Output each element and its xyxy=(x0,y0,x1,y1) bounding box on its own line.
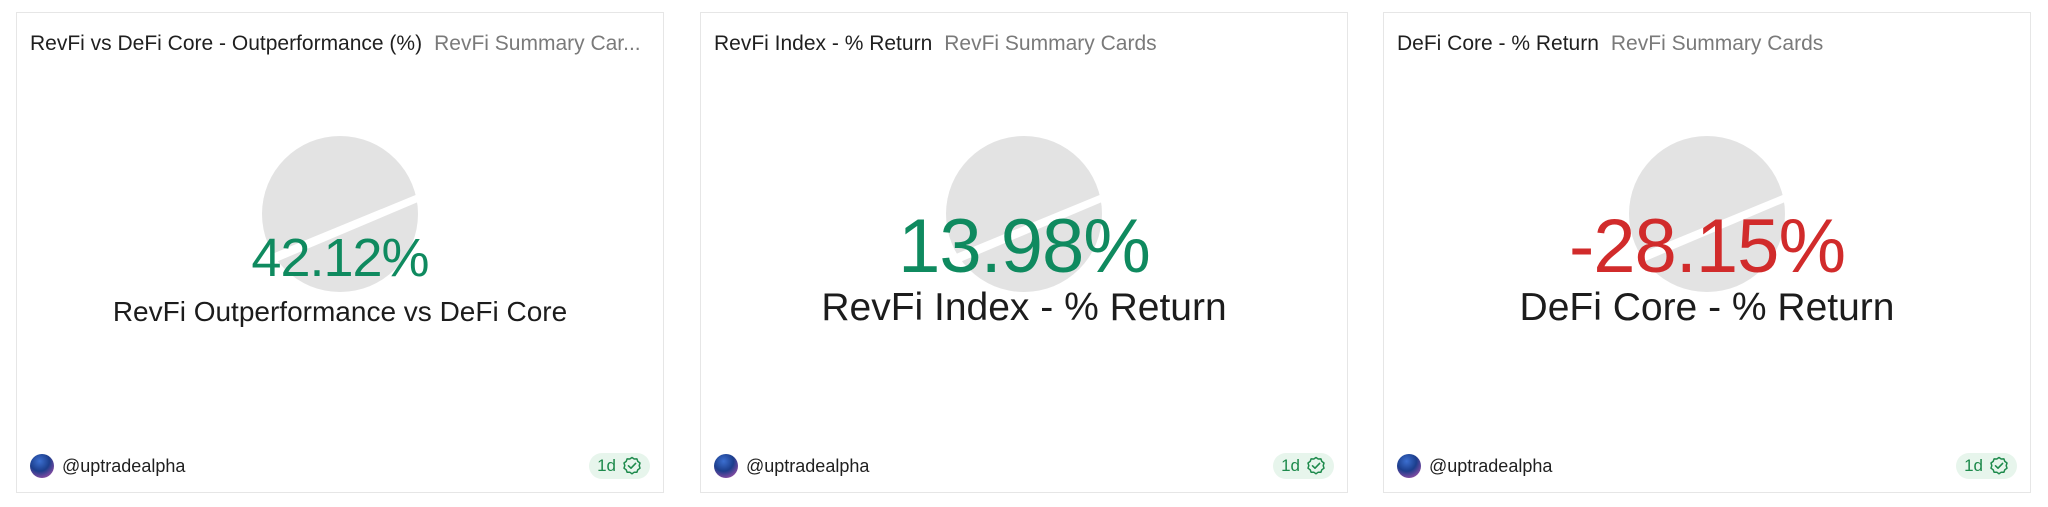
metric-label: RevFi Outperformance vs DeFi Core xyxy=(112,296,568,327)
metric-block: 42.12% RevFi Outperformance vs DeFi Core xyxy=(17,73,663,328)
author-name[interactable]: @uptradealpha xyxy=(1429,456,1552,477)
card-revfi-index[interactable]: RevFi Index - % Return RevFi Summary Car… xyxy=(700,12,1348,493)
metric-value: 13.98% xyxy=(898,204,1151,289)
avatar-icon[interactable] xyxy=(714,454,738,478)
card-subtitle[interactable]: RevFi Summary Cards xyxy=(1611,32,2017,56)
author[interactable]: @uptradealpha xyxy=(714,454,869,478)
card-title[interactable]: RevFi vs DeFi Core - Outperformance (%) xyxy=(30,32,422,56)
freshness-text: 1d xyxy=(1281,456,1300,475)
card-header: DeFi Core - % Return RevFi Summary Cards xyxy=(1397,29,2017,59)
card-body: 42.12% RevFi Outperformance vs DeFi Core xyxy=(17,73,663,413)
freshness-text: 1d xyxy=(597,456,616,475)
card-body: -28.15% DeFi Core - % Return xyxy=(1384,73,2030,413)
check-badge-icon xyxy=(622,456,642,476)
card-footer: @uptradealpha 1d xyxy=(714,450,1334,482)
card-title[interactable]: DeFi Core - % Return xyxy=(1397,32,1599,56)
metric-block: 13.98% RevFi Index - % Return xyxy=(701,73,1347,330)
card-outperformance[interactable]: RevFi vs DeFi Core - Outperformance (%) … xyxy=(16,12,664,493)
freshness-badge[interactable]: 1d xyxy=(1273,453,1334,479)
metric-label: RevFi Index - % Return xyxy=(821,286,1227,329)
metric-value: 42.12% xyxy=(251,228,429,288)
avatar-icon[interactable] xyxy=(1397,454,1421,478)
metric-block: -28.15% DeFi Core - % Return xyxy=(1384,73,2030,330)
card-subtitle[interactable]: RevFi Summary Cards xyxy=(944,32,1334,56)
freshness-text: 1d xyxy=(1964,456,1983,475)
author-name[interactable]: @uptradealpha xyxy=(62,456,185,477)
author[interactable]: @uptradealpha xyxy=(30,454,185,478)
card-header: RevFi Index - % Return RevFi Summary Car… xyxy=(714,29,1334,59)
author-name[interactable]: @uptradealpha xyxy=(746,456,869,477)
author[interactable]: @uptradealpha xyxy=(1397,454,1552,478)
freshness-badge[interactable]: 1d xyxy=(1956,453,2017,479)
card-subtitle[interactable]: RevFi Summary Car... xyxy=(434,32,650,56)
freshness-badge[interactable]: 1d xyxy=(589,453,650,479)
card-defi-core[interactable]: DeFi Core - % Return RevFi Summary Cards… xyxy=(1383,12,2031,493)
check-badge-icon xyxy=(1989,456,2009,476)
card-footer: @uptradealpha 1d xyxy=(1397,450,2017,482)
card-header: RevFi vs DeFi Core - Outperformance (%) … xyxy=(30,29,650,59)
metric-label: DeFi Core - % Return xyxy=(1519,286,1895,329)
card-body: 13.98% RevFi Index - % Return xyxy=(701,73,1347,413)
metric-value: -28.15% xyxy=(1568,204,1846,289)
avatar-icon[interactable] xyxy=(30,454,54,478)
card-footer: @uptradealpha 1d xyxy=(30,450,650,482)
check-badge-icon xyxy=(1306,456,1326,476)
dashboard-grid: RevFi vs DeFi Core - Outperformance (%) … xyxy=(0,0,2048,507)
card-title[interactable]: RevFi Index - % Return xyxy=(714,32,932,56)
